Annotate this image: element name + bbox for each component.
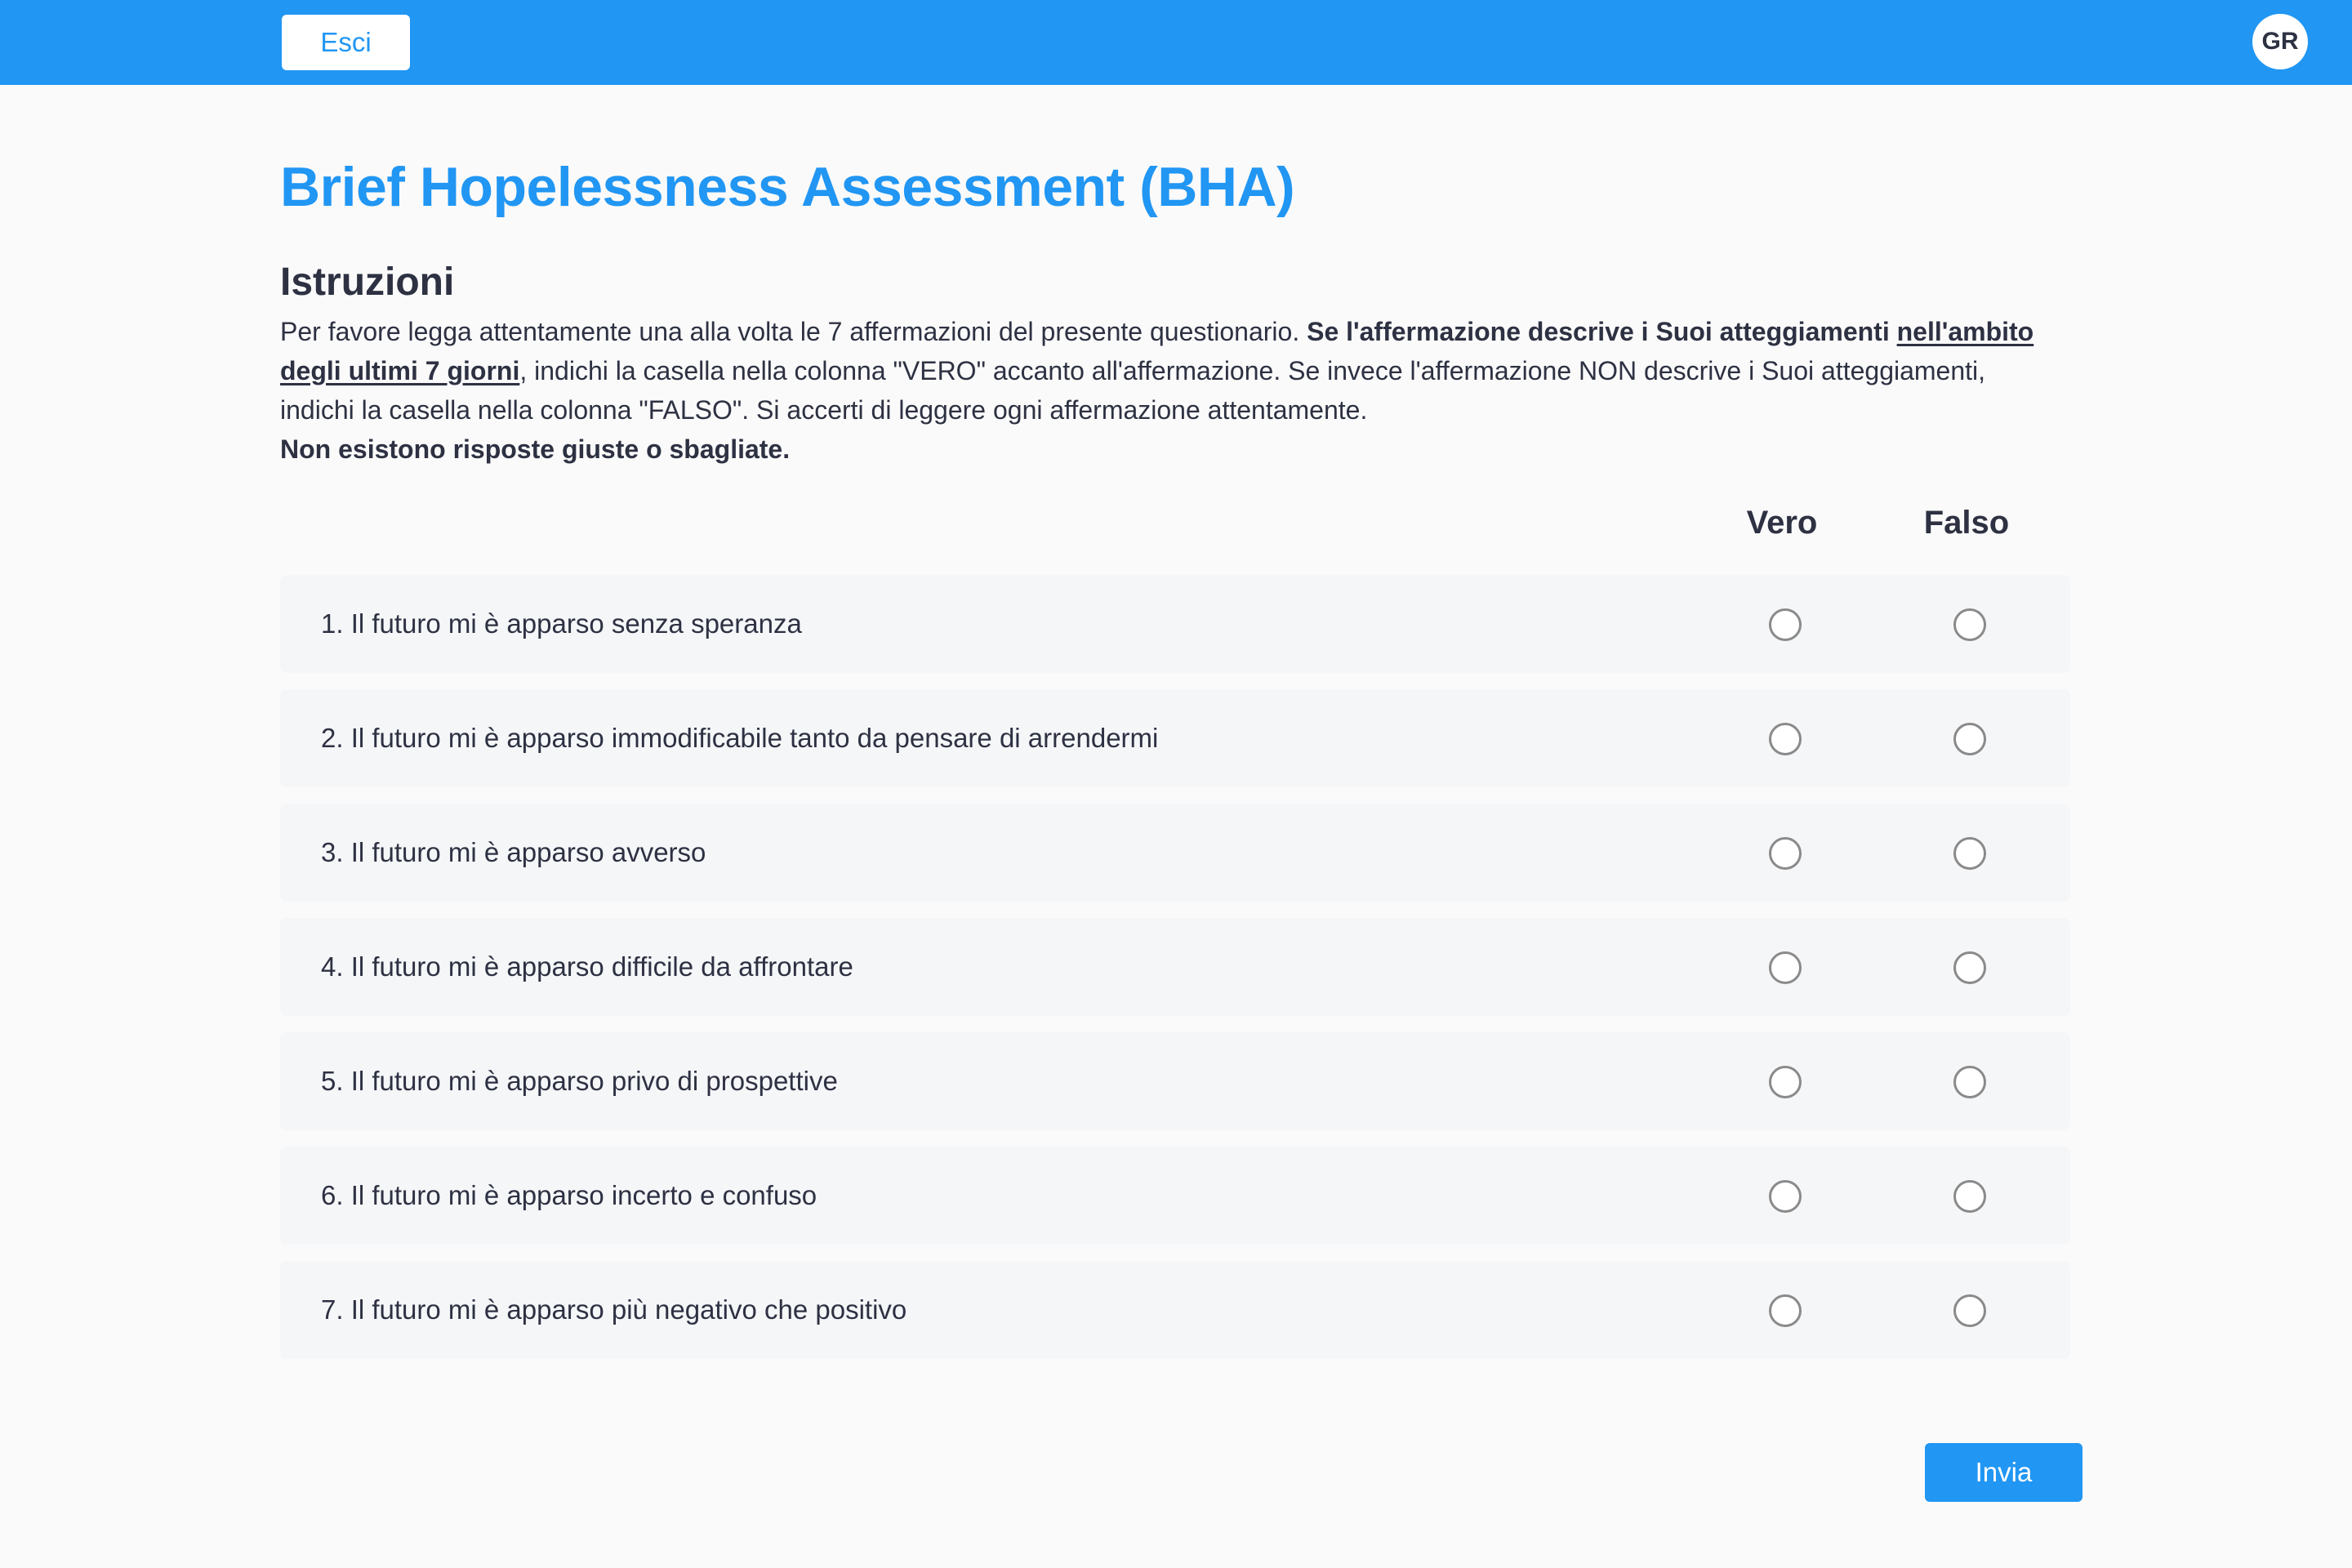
question-row: 2. Il futuro mi è apparso immodificabile… xyxy=(280,689,2070,787)
radio-true[interactable] xyxy=(1769,608,1802,641)
radio-false[interactable] xyxy=(1953,1294,1986,1327)
question-label: 2. Il futuro mi è apparso immodificabile… xyxy=(321,723,1159,753)
avatar[interactable]: GR xyxy=(2252,14,2308,69)
instructions-note: Non esistono risposte giuste o sbagliate… xyxy=(280,434,791,464)
radio-true[interactable] xyxy=(1769,1180,1802,1213)
question-row: 1. Il futuro mi è apparso senza speranza xyxy=(280,575,2070,673)
radio-false[interactable] xyxy=(1953,837,1986,870)
question-row: 6. Il futuro mi è apparso incerto e conf… xyxy=(280,1147,2070,1245)
radio-true[interactable] xyxy=(1769,1066,1802,1098)
top-bar: Esci GR xyxy=(0,0,2352,85)
column-header-false: Falso xyxy=(1923,505,2010,541)
instructions-text: Per favore legga attentamente una alla v… xyxy=(280,312,2044,430)
question-label: 4. Il futuro mi è apparso difficile da a… xyxy=(321,951,853,982)
radio-true[interactable] xyxy=(1769,723,1802,755)
radio-true[interactable] xyxy=(1769,951,1802,984)
exit-button[interactable]: Esci xyxy=(282,15,410,70)
submit-button[interactable]: Invia xyxy=(1925,1443,2082,1502)
column-header-true: Vero xyxy=(1746,505,1818,541)
radio-false[interactable] xyxy=(1953,608,1986,641)
instructions-heading: Istruzioni xyxy=(280,261,455,304)
question-label: 7. Il futuro mi è apparso più negativo c… xyxy=(321,1294,907,1325)
instructions-rest: , indichi la casella nella colonna "VERO… xyxy=(280,356,1986,425)
question-row: 4. Il futuro mi è apparso difficile da a… xyxy=(280,918,2070,1016)
instructions-intro: Per favore legga attentamente una alla v… xyxy=(280,317,1307,346)
question-row: 5. Il futuro mi è apparso privo di prosp… xyxy=(280,1032,2070,1130)
instructions-emphasis: Se l'affermazione descrive i Suoi attegg… xyxy=(1307,317,1897,346)
question-label: 1. Il futuro mi è apparso senza speranza xyxy=(321,608,802,639)
question-label: 3. Il futuro mi è apparso avverso xyxy=(321,837,706,867)
radio-true[interactable] xyxy=(1769,1294,1802,1327)
radio-false[interactable] xyxy=(1953,1066,1986,1098)
page-title: Brief Hopelessness Assessment (BHA) xyxy=(280,156,1295,218)
question-label: 6. Il futuro mi è apparso incerto e conf… xyxy=(321,1180,817,1210)
question-row: 3. Il futuro mi è apparso avverso xyxy=(280,804,2070,902)
radio-true[interactable] xyxy=(1769,837,1802,870)
radio-false[interactable] xyxy=(1953,723,1986,755)
question-list: 1. Il futuro mi è apparso senza speranza… xyxy=(280,575,2070,1375)
radio-false[interactable] xyxy=(1953,951,1986,984)
question-row: 7. Il futuro mi è apparso più negativo c… xyxy=(280,1261,2070,1359)
question-label: 5. Il futuro mi è apparso privo di prosp… xyxy=(321,1066,838,1096)
radio-false[interactable] xyxy=(1953,1180,1986,1213)
